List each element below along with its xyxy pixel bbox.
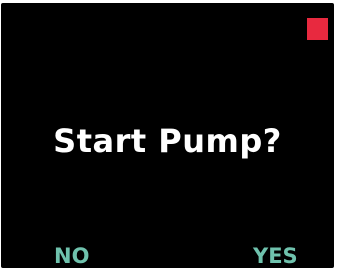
yes-button[interactable]: YES: [253, 243, 298, 269]
prompt-text: Start Pump?: [53, 122, 282, 160]
status-indicator-square: [307, 18, 328, 40]
device-screen: Start Pump? NO YES: [1, 3, 334, 268]
no-button[interactable]: NO: [54, 243, 89, 269]
